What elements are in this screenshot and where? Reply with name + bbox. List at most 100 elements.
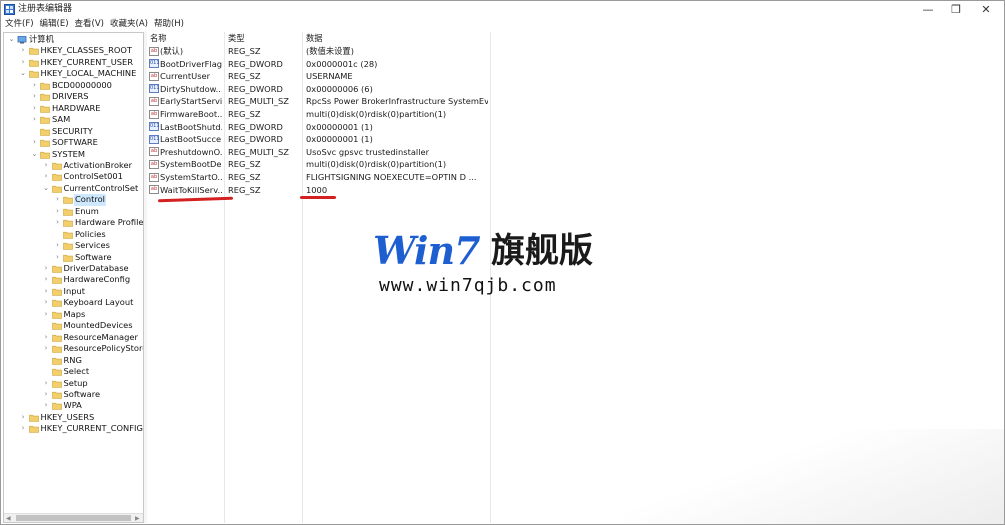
scroll-left-icon[interactable]: ◀ [6,514,11,522]
tree-item-label: HKEY_CURRENT_CONFIG [40,423,143,434]
chevron-right-icon[interactable]: › [42,378,51,389]
chevron-right-icon[interactable]: › [42,160,51,171]
menu-file[interactable]: 文件(F) [1,18,37,32]
value-row[interactable]: ab CurrentUser REG_SZ USERNAME [147,70,491,83]
menu-bar: 文件(F) 编辑(E) 查看(V) 收藏夹(A) 帮助(H) [1,18,1004,32]
title-bar[interactable]: 注册表编辑器 — ❐ ✕ [1,1,1004,18]
no-expander [30,126,39,137]
value-row[interactable]: ab FirmwareBoot... REG_SZ multi(0)disk(0)rd… [147,108,491,121]
tree-item-label: HKEY_CURRENT_USER [40,56,134,67]
chevron-right-icon[interactable]: › [19,423,28,434]
menu-view[interactable]: 查看(V) [72,18,107,32]
folder-icon [40,105,50,113]
watermark-edition: 旗舰版 [491,231,593,271]
column-header-name[interactable]: 名称 [150,32,167,44]
chevron-down-icon[interactable]: ⌄ [7,34,16,45]
value-row[interactable]: 011 BootDriverFlags REG_DWORD 0x0000001c (2… [147,58,491,71]
value-row[interactable]: ab (默认) REG_SZ (数值未设置) [147,45,491,58]
value-type: REG_SZ [228,109,261,119]
tree-item-label: WPA [63,400,82,411]
chevron-down-icon[interactable]: ⌄ [19,68,28,79]
tree-item-label: SYSTEM [52,148,86,159]
folder-icon [51,403,62,411]
value-row[interactable]: 011 LastBootShutd... REG_DWORD 0x00000001 (… [147,121,491,134]
chevron-right-icon[interactable]: › [42,332,51,343]
menu-edit[interactable]: 编辑(E) [37,18,72,32]
chevron-right-icon[interactable]: › [53,217,62,228]
column-header-data[interactable]: 数据 [306,32,323,44]
chevron-right-icon[interactable]: › [42,343,51,354]
chevron-right-icon[interactable]: › [30,91,39,102]
minimize-button[interactable]: — [913,1,943,18]
folder-icon [51,277,62,285]
value-row[interactable]: abEarlyStartServi... REG_MULTI_SZ RpcSs Po… [147,95,491,108]
tree-horizontal-scrollbar[interactable]: ◀ ▶ [4,513,143,522]
chevron-right-icon[interactable]: › [42,297,51,308]
chevron-right-icon[interactable]: › [42,400,51,411]
tree-item-label: DRIVERS [52,91,89,102]
value-data: 0x00000001 (1) [306,134,373,145]
tree-item-label: ControlSet001 [63,171,123,182]
tree-item-label: HKEY_CLASSES_ROOT [40,45,133,56]
chevron-down-icon[interactable]: ⌄ [42,183,51,194]
chevron-right-icon[interactable]: › [53,194,62,205]
folder-icon [51,300,62,308]
value-row[interactable]: ab SystemStartO... REG_SZ FLIGHTSIGNING NO… [147,171,491,184]
value-type: REG_MULTI_SZ [228,96,289,107]
chevron-right-icon[interactable]: › [42,389,51,400]
folder-icon [40,82,50,90]
value-row[interactable]: 011LastBootSucce... REG_DWORD 0x00000001 (… [147,133,491,146]
chevron-down-icon[interactable]: ⌄ [30,149,39,160]
chevron-right-icon[interactable]: › [53,240,62,251]
chevron-right-icon[interactable]: › [42,274,51,285]
column-header-type[interactable]: 类型 [228,32,245,44]
chevron-right-icon[interactable]: › [42,286,51,297]
chevron-right-icon[interactable]: › [19,412,28,423]
value-name: SystemBootDe... [160,159,222,170]
tree-item-label: Control [74,194,106,206]
string-value-icon: ab [149,46,159,56]
folder-icon [51,185,62,193]
value-data: 0x00000001 (1) [306,121,373,132]
value-data: (数值未设置) [306,46,354,56]
tree-item-label: Hardware Profile [75,217,144,228]
chevron-right-icon[interactable]: › [53,206,62,217]
chevron-right-icon[interactable]: › [30,114,39,125]
folder-icon [63,197,73,205]
maximize-button[interactable]: ❐ [941,1,971,18]
chevron-right-icon[interactable]: › [30,137,39,148]
folder-icon [51,311,62,319]
menu-favorites[interactable]: 收藏夹(A) [107,18,151,32]
tree-item-label: Enum [75,205,99,216]
key-tree-pane[interactable]: ⌄ 计算机 › HKEY_CLASSES_ROOT › HKEY_CURRENT_USER… [3,32,144,523]
tree-scroll-thumb[interactable] [16,515,131,521]
no-expander [42,355,51,366]
chevron-right-icon[interactable]: › [42,171,51,182]
value-data: 0x00000006 (6) [306,83,373,94]
tree-item-label: SECURITY [52,125,93,136]
value-row[interactable]: ab PreshutdownO... REG_MULTI_SZ UsoSvc gpsv… [147,146,491,159]
chevron-right-icon[interactable]: › [53,252,62,263]
close-button[interactable]: ✕ [971,1,1001,18]
value-row[interactable]: ab WaitToKillServ... REG_SZ 1000 [147,184,491,197]
chevron-right-icon[interactable]: › [30,80,39,91]
tree-item-label: Keyboard Layout [63,297,134,308]
folder-icon [51,346,62,353]
value-data: 0x0000001c (28) [306,58,378,69]
menu-help[interactable]: 帮助(H) [151,18,187,32]
chevron-right-icon[interactable]: › [30,103,39,114]
chevron-right-icon[interactable]: › [42,263,51,274]
folder-icon [63,208,73,216]
value-type: REG_DWORD [228,134,283,145]
value-data: multi(0)disk(0)rdisk(0)partition(1) [306,159,447,170]
tree-item-label: Software [63,388,101,399]
chevron-right-icon[interactable]: › [19,57,28,68]
scroll-right-icon[interactable]: ▶ [135,514,140,522]
tree-item-label: Services [75,240,110,251]
chevron-right-icon[interactable]: › [42,309,51,320]
value-row[interactable]: abSystemBootDe... REG_SZ multi(0)disk(0)rd… [147,158,491,171]
value-data: multi(0)disk(0)rdisk(0)partition(1) [306,109,447,119]
value-name: WaitToKillServ... [160,184,222,195]
chevron-right-icon[interactable]: › [19,45,28,56]
value-row[interactable]: 011 DirtyShutdow... REG_DWORD 0x00000006 (6… [147,83,491,96]
